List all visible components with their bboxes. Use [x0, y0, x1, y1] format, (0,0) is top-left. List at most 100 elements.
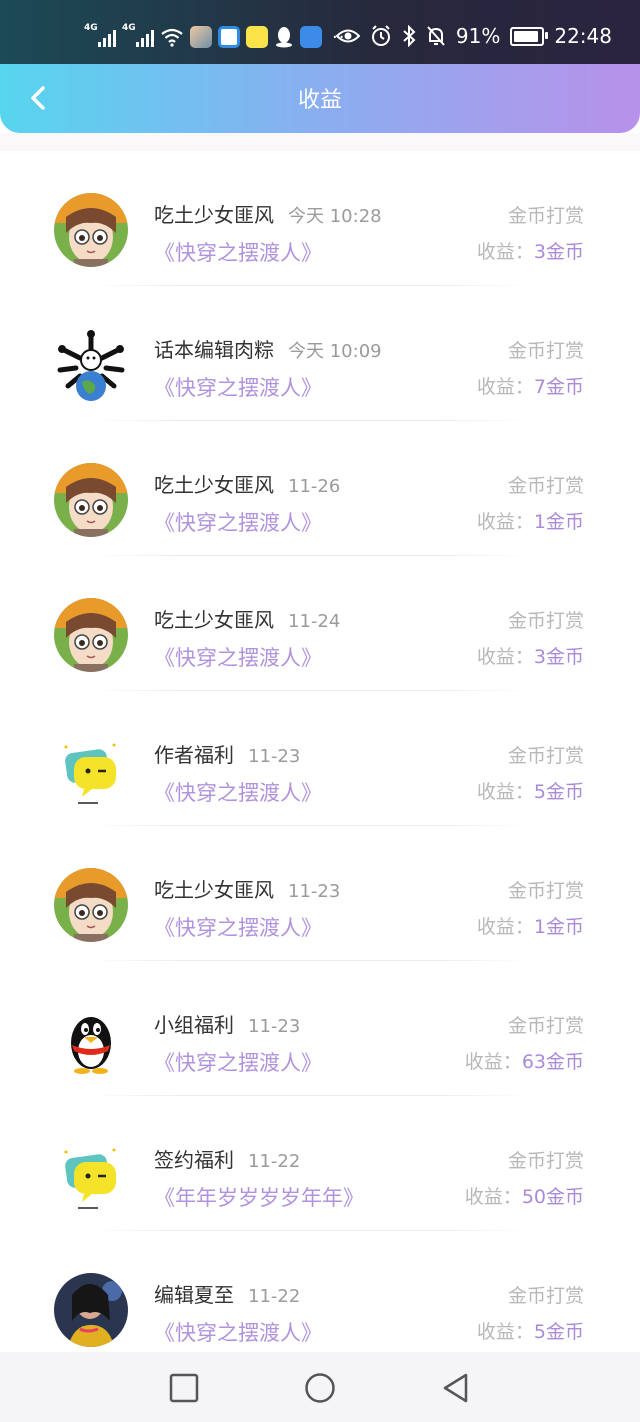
sender-name: 编辑夏至 — [154, 1283, 234, 1307]
avatar[interactable] — [54, 733, 128, 807]
sender-name: 话本编辑肉粽 — [154, 338, 274, 362]
avatar[interactable] — [54, 868, 128, 942]
earnings-amount: 收益：50金币 — [465, 1182, 584, 1209]
timestamp: 11-22 — [248, 1151, 301, 1172]
book-title[interactable]: 《快穿之摆渡人》 — [154, 507, 322, 537]
earnings-row-6[interactable]: 吃土少女匪风 11-23 《快穿之摆渡人》 金币打赏 收益：1金币 — [0, 826, 640, 961]
reward-type: 金币打赏 — [507, 340, 584, 362]
clock: 22:48 — [554, 24, 612, 48]
earnings-row-5[interactable]: 作者福利 11-23 《快穿之摆渡人》 金币打赏 收益：5金币 — [0, 691, 640, 826]
header-spacer — [0, 133, 640, 151]
earnings-label: 收益： — [464, 1051, 522, 1073]
book-title[interactable]: 《快穿之摆渡人》 — [154, 642, 322, 672]
earnings-value: 63金币 — [521, 1051, 584, 1073]
avatar[interactable] — [54, 1138, 128, 1212]
reward-type: 金币打赏 — [507, 880, 584, 902]
earnings-amount: 收益：5金币 — [477, 777, 584, 804]
earnings-label: 收益： — [476, 781, 534, 803]
earnings-row-3[interactable]: 吃土少女匪风 11-26 《快穿之摆渡人》 金币打赏 收益：1金币 — [0, 421, 640, 556]
earnings-label: 收益： — [476, 376, 534, 398]
user-name: 小组福利 11-23 — [154, 1009, 300, 1038]
user-name: 话本编辑肉粽 今天 10:09 — [154, 334, 382, 363]
recent-apps-icon[interactable] — [168, 1372, 200, 1404]
user-name: 吃土少女匪风 11-26 — [154, 469, 340, 498]
user-name: 吃土少女匪风 今天 10:28 — [154, 199, 382, 228]
mute-icon — [427, 26, 445, 46]
back-nav-icon[interactable] — [440, 1372, 472, 1404]
timestamp: 11-22 — [248, 1286, 301, 1307]
user-name: 编辑夏至 11-22 — [154, 1279, 300, 1308]
earnings-label: 收益： — [476, 916, 534, 938]
reward-type: 金币打赏 — [507, 1285, 584, 1307]
battery-icon — [510, 26, 549, 46]
sender-name: 作者福利 — [154, 743, 234, 767]
book-title[interactable]: 《快穿之摆渡人》 — [154, 777, 322, 807]
timestamp: 今天 10:28 — [288, 206, 382, 227]
earnings-value: 3金币 — [533, 241, 584, 263]
earnings-row-9[interactable]: 编辑夏至 11-22 《快穿之摆渡人》 金币打赏 收益：5金币 — [0, 1231, 640, 1366]
avatar[interactable] — [54, 328, 128, 402]
earnings-value: 50金币 — [521, 1186, 584, 1208]
sender-name: 吃土少女匪风 — [154, 473, 274, 497]
user-name: 作者福利 11-23 — [154, 739, 300, 768]
sender-name: 签约福利 — [154, 1148, 234, 1172]
avatar[interactable] — [54, 1003, 128, 1077]
reward-type: 金币打赏 — [507, 745, 584, 767]
sender-name: 吃土少女匪风 — [154, 878, 274, 902]
earnings-row-4[interactable]: 吃土少女匪风 11-24 《快穿之摆渡人》 金币打赏 收益：3金币 — [0, 556, 640, 691]
earnings-value: 5金币 — [533, 781, 584, 803]
earnings-amount: 收益：3金币 — [477, 642, 584, 669]
anime-girl-avatar-icon — [54, 193, 128, 267]
earnings-amount: 收益：3金币 — [477, 237, 584, 264]
earnings-row-1[interactable]: 吃土少女匪风 今天 10:28 《快穿之摆渡人》 金币打赏 收益：3金币 — [0, 151, 640, 286]
app-header: 收益 — [0, 64, 640, 133]
reward-type: 金币打赏 — [507, 475, 584, 497]
earnings-amount: 收益：5金币 — [477, 1317, 584, 1344]
book-title[interactable]: 《快穿之摆渡人》 — [154, 237, 322, 267]
sender-name: 吃土少女匪风 — [154, 608, 274, 632]
wifi-icon — [161, 28, 183, 47]
earnings-label: 收益： — [476, 1321, 534, 1343]
yellow-bubble-avatar-icon — [54, 733, 128, 807]
book-title[interactable]: 《年年岁岁岁岁年年》 — [154, 1182, 364, 1212]
anime-girl-avatar-icon — [54, 598, 128, 672]
earnings-value: 3金币 — [533, 646, 584, 668]
avatar[interactable] — [54, 463, 128, 537]
reward-type: 金币打赏 — [507, 205, 584, 227]
home-icon[interactable] — [304, 1372, 336, 1404]
photo-avatar-icon — [54, 1273, 128, 1347]
avatar[interactable] — [54, 1273, 128, 1347]
avatar[interactable] — [54, 193, 128, 267]
user-name: 吃土少女匪风 11-23 — [154, 874, 340, 903]
earnings-row-8[interactable]: 签约福利 11-22 《年年岁岁岁岁年年》 金币打赏 收益：50金币 — [0, 1096, 640, 1231]
book-title[interactable]: 《快穿之摆渡人》 — [154, 1047, 322, 1077]
book-title[interactable]: 《快穿之摆渡人》 — [154, 372, 322, 402]
timestamp: 11-23 — [248, 1016, 301, 1037]
earth-bones-avatar-icon — [54, 328, 128, 402]
earnings-value: 1金币 — [533, 916, 584, 938]
reward-type: 金币打赏 — [507, 1015, 584, 1037]
earnings-label: 收益： — [476, 241, 534, 263]
book-title[interactable]: 《快穿之摆渡人》 — [154, 912, 322, 942]
timestamp: 11-23 — [288, 881, 341, 902]
earnings-row-2[interactable]: 话本编辑肉粽 今天 10:09 《快穿之摆渡人》 金币打赏 收益：7金币 — [0, 286, 640, 421]
avatar[interactable] — [54, 598, 128, 672]
anime-girl-avatar-icon — [54, 463, 128, 537]
network-type-label: 4G — [122, 23, 136, 33]
earnings-amount: 收益：1金币 — [477, 507, 584, 534]
user-name: 吃土少女匪风 11-24 — [154, 604, 340, 633]
cell-signal-icon: 4G — [122, 23, 154, 47]
network-type-label: 4G — [84, 23, 98, 33]
message-app-icon — [300, 26, 322, 48]
earnings-row-7[interactable]: 小组福利 11-23 《快穿之摆渡人》 金币打赏 收益：63金币 — [0, 961, 640, 1096]
penguin-avatar-icon — [54, 1003, 128, 1077]
timestamp: 11-24 — [288, 611, 341, 632]
sender-name: 吃土少女匪风 — [154, 203, 274, 227]
earnings-value: 1金币 — [533, 511, 584, 533]
emoji-app-icon — [246, 26, 268, 48]
book-title[interactable]: 《快穿之摆渡人》 — [154, 1317, 322, 1347]
yellow-bubble-avatar-icon — [54, 1138, 128, 1212]
photo-app-icon — [190, 26, 212, 48]
reward-type: 金币打赏 — [507, 610, 584, 632]
earnings-label: 收益： — [476, 646, 534, 668]
